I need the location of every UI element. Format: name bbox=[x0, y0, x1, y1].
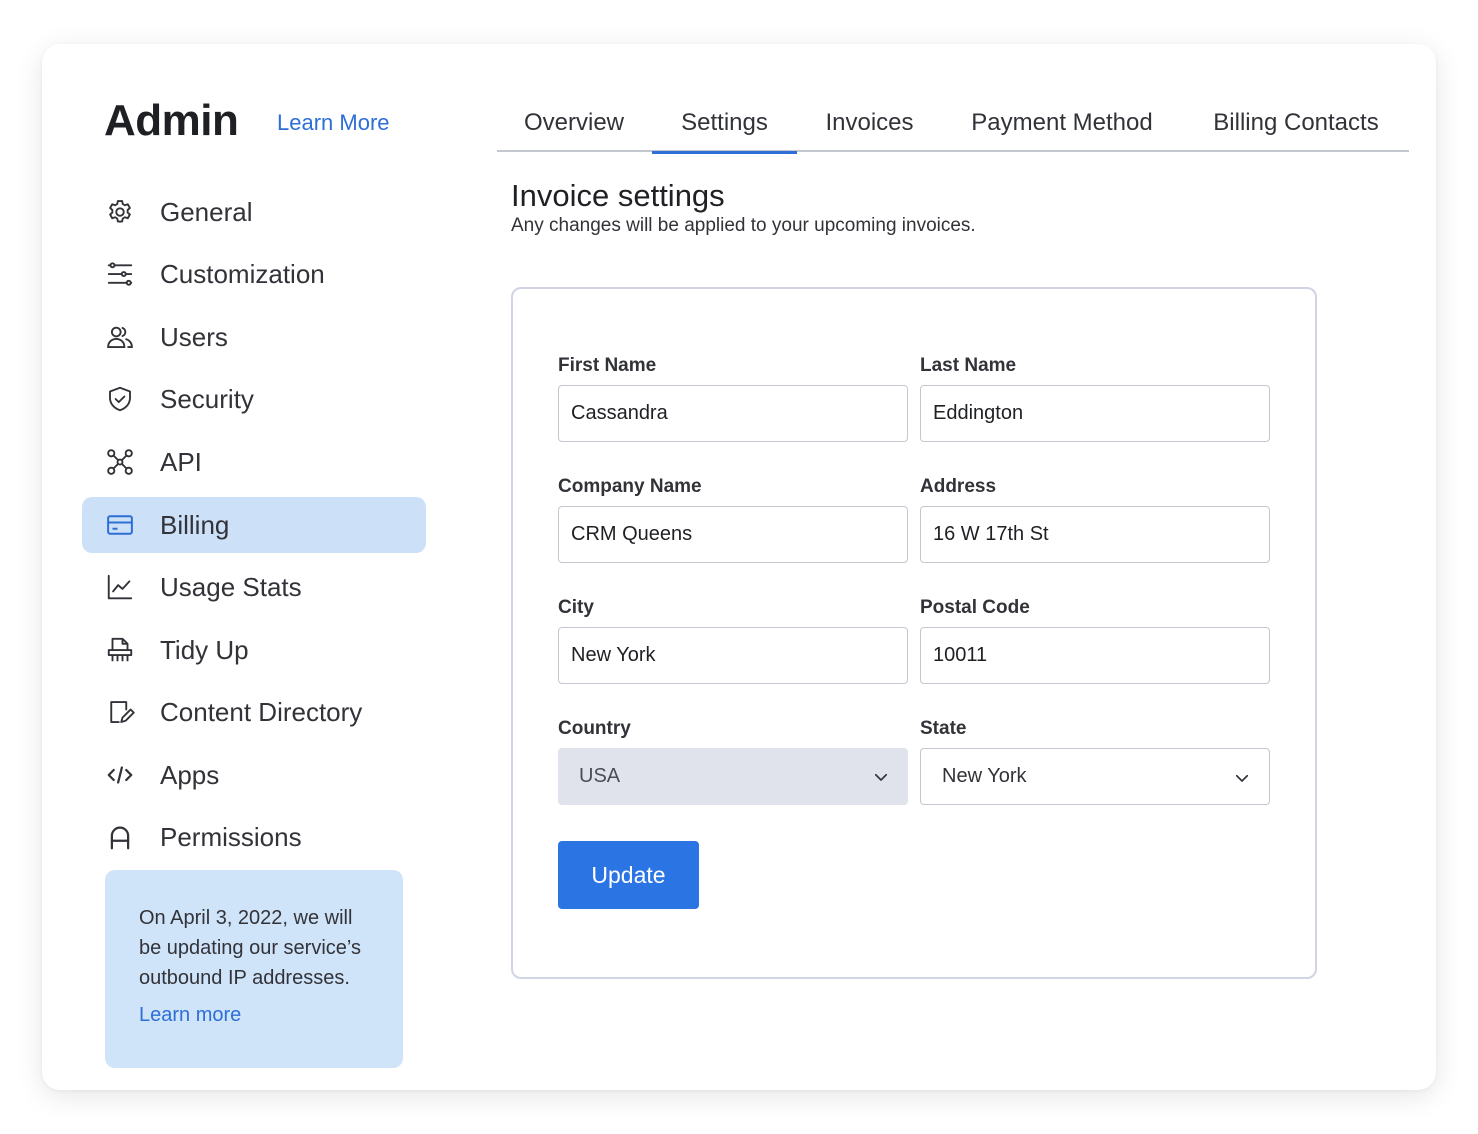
gear-icon bbox=[104, 196, 136, 228]
city-input[interactable]: New York bbox=[558, 627, 908, 684]
sidebar-item-permissions[interactable]: Permissions bbox=[82, 809, 426, 865]
update-button[interactable]: Update bbox=[558, 841, 699, 909]
sidebar-item-label: Tidy Up bbox=[160, 634, 249, 665]
line-chart-icon bbox=[104, 571, 136, 603]
section-subtitle: Any changes will be applied to your upco… bbox=[511, 215, 976, 236]
chevron-down-icon bbox=[874, 773, 888, 781]
sidebar-item-api[interactable]: API bbox=[82, 434, 426, 490]
tab-settings[interactable]: Settings bbox=[652, 100, 797, 154]
first-name-input[interactable]: Cassandra bbox=[558, 385, 908, 442]
company-name-label: Company Name bbox=[558, 476, 702, 497]
sidebar-item-security[interactable]: Security bbox=[82, 371, 426, 427]
sidebar-item-label: Content Directory bbox=[160, 696, 363, 727]
users-icon bbox=[104, 321, 136, 353]
section-title: Invoice settings bbox=[511, 178, 725, 213]
address-input[interactable]: 16 W 17th St bbox=[920, 506, 1270, 563]
country-select[interactable]: USA bbox=[558, 748, 908, 805]
notice-learn-more-link[interactable]: Learn more bbox=[139, 1004, 379, 1027]
postal-code-input[interactable]: 10011 bbox=[920, 627, 1270, 684]
sidebar-item-label: Permissions bbox=[160, 821, 302, 852]
tab-invoices[interactable]: Invoices bbox=[807, 100, 932, 152]
tab-payment-method[interactable]: Payment Method bbox=[955, 100, 1169, 152]
sidebar-item-label: Usage Stats bbox=[160, 571, 302, 602]
sidebar-item-label: Billing bbox=[160, 509, 230, 540]
company-name-input[interactable]: CRM Queens bbox=[558, 506, 908, 563]
api-nodes-icon bbox=[104, 446, 136, 478]
sidebar-item-content-directory[interactable]: Content Directory bbox=[82, 684, 426, 740]
tab-billing-contacts[interactable]: Billing Contacts bbox=[1197, 100, 1395, 152]
sidebar-item-label: Customization bbox=[160, 258, 325, 289]
sidebar-item-apps[interactable]: Apps bbox=[82, 747, 426, 803]
first-name-label: First Name bbox=[558, 355, 657, 376]
document-edit-icon bbox=[104, 696, 136, 728]
lock-icon bbox=[104, 821, 136, 853]
sidebar-item-label: General bbox=[160, 196, 253, 227]
last-name-input[interactable]: Eddington bbox=[920, 385, 1270, 442]
state-label: State bbox=[920, 718, 967, 739]
sidebar-item-users[interactable]: Users bbox=[82, 309, 426, 365]
sliders-icon bbox=[104, 258, 136, 290]
city-label: City bbox=[558, 597, 594, 618]
credit-card-icon bbox=[104, 509, 136, 541]
sidebar-item-label: Apps bbox=[160, 759, 220, 790]
sidebar-item-usage-stats[interactable]: Usage Stats bbox=[82, 559, 426, 615]
postal-code-label: Postal Code bbox=[920, 597, 1030, 618]
sidebar-item-tidy-up[interactable]: Tidy Up bbox=[82, 622, 426, 678]
last-name-label: Last Name bbox=[920, 355, 1017, 376]
sidebar-item-label: API bbox=[160, 446, 202, 477]
shredder-icon bbox=[104, 634, 136, 666]
shield-icon bbox=[104, 383, 136, 415]
chevron-down-icon bbox=[1235, 774, 1249, 782]
country-select-value: USA bbox=[579, 765, 621, 787]
state-select-value: New York bbox=[942, 765, 1027, 787]
state-select[interactable]: New York bbox=[920, 748, 1270, 805]
ip-update-notice: On April 3, 2022, we will be updating ou… bbox=[105, 870, 403, 1068]
sidebar-item-label: Security bbox=[160, 383, 254, 414]
sidebar-item-billing[interactable]: Billing bbox=[82, 497, 426, 553]
sidebar-item-general[interactable]: General bbox=[82, 184, 426, 240]
address-label: Address bbox=[920, 476, 997, 497]
learn-more-link[interactable]: Learn More bbox=[277, 110, 390, 136]
billing-tabs: Overview Settings Invoices Payment Metho… bbox=[497, 100, 1409, 154]
tab-overview[interactable]: Overview bbox=[507, 100, 641, 152]
sidebar-item-label: Users bbox=[160, 321, 228, 352]
notice-text: On April 3, 2022, we will be updating ou… bbox=[139, 907, 361, 989]
sidebar-item-customization[interactable]: Customization bbox=[82, 246, 426, 302]
page-title: Admin bbox=[104, 96, 239, 145]
code-icon bbox=[104, 759, 136, 791]
country-label: Country bbox=[558, 718, 631, 739]
